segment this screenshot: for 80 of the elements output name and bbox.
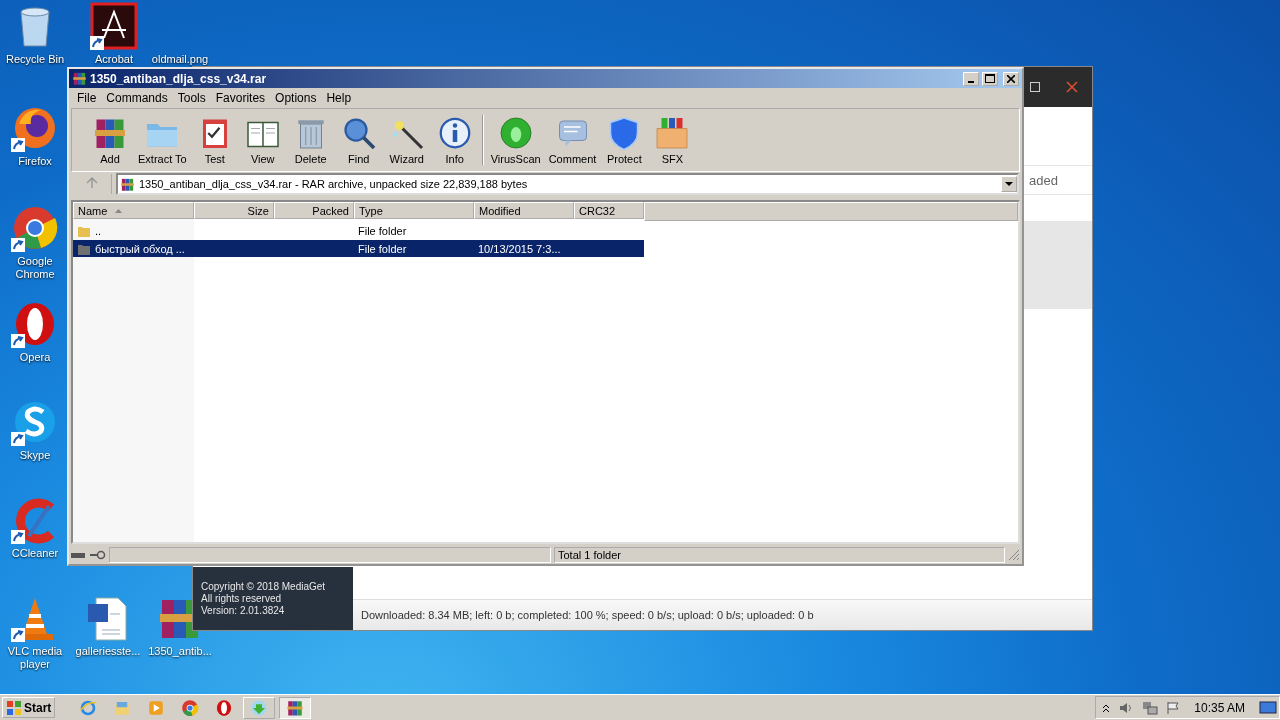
- acrobat-icon: [90, 2, 138, 50]
- file-row[interactable]: .. File folder: [73, 222, 644, 239]
- tooltip-text: Version: 2.01.3824: [201, 604, 286, 617]
- menu-item[interactable]: Help: [321, 91, 357, 105]
- file-name: ..: [94, 224, 103, 237]
- toolbar-button[interactable]: Protect: [600, 115, 649, 165]
- menu-item[interactable]: Favorites: [210, 91, 271, 105]
- start-button[interactable]: Start: [2, 697, 56, 718]
- up-arrow-icon: [85, 176, 98, 189]
- caret-icon: [1005, 181, 1013, 187]
- clock[interactable]: 10:35 AM: [1194, 700, 1245, 715]
- menu-item[interactable]: Options: [270, 91, 322, 105]
- close-icon[interactable]: [1066, 81, 1078, 93]
- download-status-text: Downloaded: 8.34 MB; left: 0 b; completed: 100 %; speed: 0 b/s; upload: 0 b/s; uploaded: 0 b: [361, 609, 814, 621]
- column-header[interactable]: Size: [194, 202, 274, 219]
- monitor-icon[interactable]: [1259, 700, 1277, 715]
- archive-icon: [286, 698, 305, 717]
- window-title: 1350_antiban_dlja_css_v34.rar: [90, 71, 268, 86]
- play-icon: [147, 698, 166, 717]
- column-header[interactable]: Modified: [474, 202, 574, 219]
- download-icon: [250, 698, 269, 717]
- toolbar-button[interactable]: Comment: [544, 115, 601, 165]
- bug-icon: [497, 115, 534, 151]
- chrome-icon: [181, 698, 200, 717]
- maximize-button[interactable]: [982, 71, 998, 86]
- path-combobox[interactable]: 1350_antiban_dlja_css_v34.rar - RAR archive, unpacked size 22,839,188 bytes: [116, 173, 1019, 195]
- key-icon: [90, 550, 106, 560]
- archive-icon: [120, 176, 135, 192]
- opera-icon: [215, 698, 234, 717]
- toolbar-button[interactable]: Test: [190, 115, 239, 165]
- desktop-icon-label[interactable]: Recycle Bin: [5, 53, 65, 66]
- taskbar-button[interactable]: [279, 696, 312, 719]
- table-cell-text: File folder: [357, 242, 408, 255]
- column-header[interactable]: Type: [354, 202, 474, 219]
- table-cell-text: File folder: [357, 224, 408, 237]
- toolbar-button[interactable]: Extract To: [134, 115, 191, 165]
- minimize-icon: [968, 80, 974, 83]
- menu-item[interactable]: Commands: [101, 91, 173, 105]
- close-button[interactable]: [1003, 71, 1019, 86]
- internet-explorer-icon: [79, 698, 98, 717]
- column-header: aded: [1029, 172, 1058, 188]
- chrome-icon: [11, 204, 59, 252]
- network-icon[interactable]: [1142, 700, 1159, 715]
- menu-item[interactable]: File: [72, 91, 102, 105]
- desktop-icon-label[interactable]: Opera: [19, 351, 51, 364]
- maximize-icon[interactable]: [1030, 82, 1040, 92]
- file-row[interactable]: быстрый обход ... File folder 10/13/2015 7:3...: [73, 240, 644, 257]
- table-cell-text: 10/13/2015 7:3...: [477, 242, 562, 255]
- toolbar-button[interactable]: VirusScan: [486, 115, 545, 165]
- desktop-icon-label[interactable]: Google Chrome: [3, 255, 67, 281]
- maximize-icon: [985, 74, 995, 83]
- column-header[interactable]: Packed: [274, 202, 354, 219]
- toolbar-button[interactable]: Delete: [286, 115, 335, 165]
- toolbar-button[interactable]: Wizard: [382, 115, 431, 165]
- desktop-icon-label[interactable]: Skype: [19, 449, 51, 462]
- file-name: быстрый обход ...: [94, 242, 186, 255]
- toolbar-button[interactable]: View: [238, 115, 287, 165]
- tooltip-text: Copyright © 2018 MediaGet: [201, 580, 327, 593]
- box-icon: [654, 115, 691, 151]
- status-text: Total 1 folder: [558, 549, 621, 561]
- flag-icon[interactable]: [1166, 700, 1181, 715]
- close-icon: [1007, 74, 1015, 83]
- desktop-icon-label[interactable]: Firefox: [18, 155, 52, 168]
- desktop-icon-label[interactable]: Acrobat: [95, 53, 133, 66]
- toolbar-button[interactable]: Find: [334, 115, 383, 165]
- minimize-button[interactable]: [963, 71, 979, 86]
- archive-icon: [72, 71, 87, 86]
- column-header[interactable]: CRC32: [574, 202, 644, 219]
- toolbar-button[interactable]: Info: [430, 115, 479, 165]
- toolbar-button[interactable]: SFX: [648, 115, 697, 165]
- desktop-icon-label[interactable]: oldmail.png: [151, 53, 209, 66]
- menu-item[interactable]: Tools: [172, 91, 211, 105]
- windows-logo-icon: [6, 699, 22, 716]
- dropdown-button[interactable]: [1001, 176, 1017, 192]
- resize-grip-icon[interactable]: [1008, 549, 1020, 561]
- drive-icon: [71, 551, 87, 559]
- toolbar-button[interactable]: Add: [86, 115, 134, 165]
- column-header[interactable]: Name: [73, 202, 194, 219]
- tooltip-text: All rights reserved: [201, 592, 283, 605]
- chevron-up-icon[interactable]: [1102, 702, 1111, 713]
